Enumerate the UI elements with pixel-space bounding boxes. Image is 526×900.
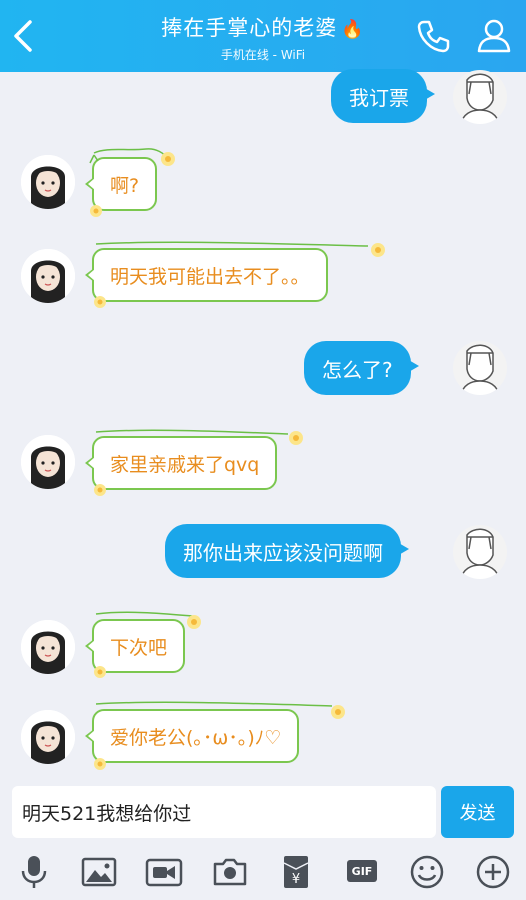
image-icon[interactable] <box>79 852 119 892</box>
sent-message-bubble[interactable]: 怎么了? <box>304 341 419 395</box>
message-text: 我订票 <box>349 85 409 110</box>
phone-icon[interactable] <box>413 16 453 56</box>
flower-decoration-icon <box>94 241 385 308</box>
my-avatar[interactable] <box>453 525 507 579</box>
my-avatar[interactable] <box>453 341 507 395</box>
gif-label: GIF <box>347 860 377 882</box>
send-button[interactable]: 发送 <box>441 786 514 838</box>
contact-avatar[interactable] <box>21 155 75 209</box>
input-text: 明天521我想给你过 <box>22 802 192 825</box>
flower-decoration-icon <box>94 701 345 770</box>
contact-avatar[interactable] <box>21 435 75 489</box>
chat-header: 捧在手掌心的老婆 🔥 手机在线 - WiFi <box>0 0 526 72</box>
flower-decoration-icon <box>94 429 303 496</box>
contact-name: 捧在手掌心的老婆 <box>161 16 338 40</box>
flower-decoration-icon <box>94 611 201 678</box>
message-text: 那你出来应该没问题啊 <box>183 540 383 565</box>
camera-icon[interactable] <box>210 852 250 892</box>
video-call-icon[interactable] <box>144 852 184 892</box>
emoji-icon[interactable] <box>407 852 447 892</box>
sent-message-bubble[interactable]: 那你出来应该没问题啊 <box>165 524 409 578</box>
svg-text:¥: ¥ <box>292 872 300 887</box>
contact-avatar[interactable] <box>21 249 75 303</box>
flower-decoration-icon <box>89 148 175 217</box>
message-input[interactable]: 明天521我想给你过 <box>12 786 436 838</box>
microphone-icon[interactable] <box>14 852 54 892</box>
flame-icon: 🔥 <box>341 19 365 40</box>
profile-icon[interactable] <box>474 15 514 55</box>
plus-icon[interactable] <box>473 852 513 892</box>
message-text: 怎么了? <box>322 357 393 382</box>
my-avatar[interactable] <box>453 70 507 124</box>
red-packet-icon[interactable]: ¥ <box>276 852 316 892</box>
sent-message-bubble[interactable]: 我订票 <box>331 69 435 123</box>
contact-avatar[interactable] <box>21 710 75 764</box>
gif-icon[interactable]: GIF <box>342 852 382 892</box>
contact-avatar[interactable] <box>21 620 75 674</box>
